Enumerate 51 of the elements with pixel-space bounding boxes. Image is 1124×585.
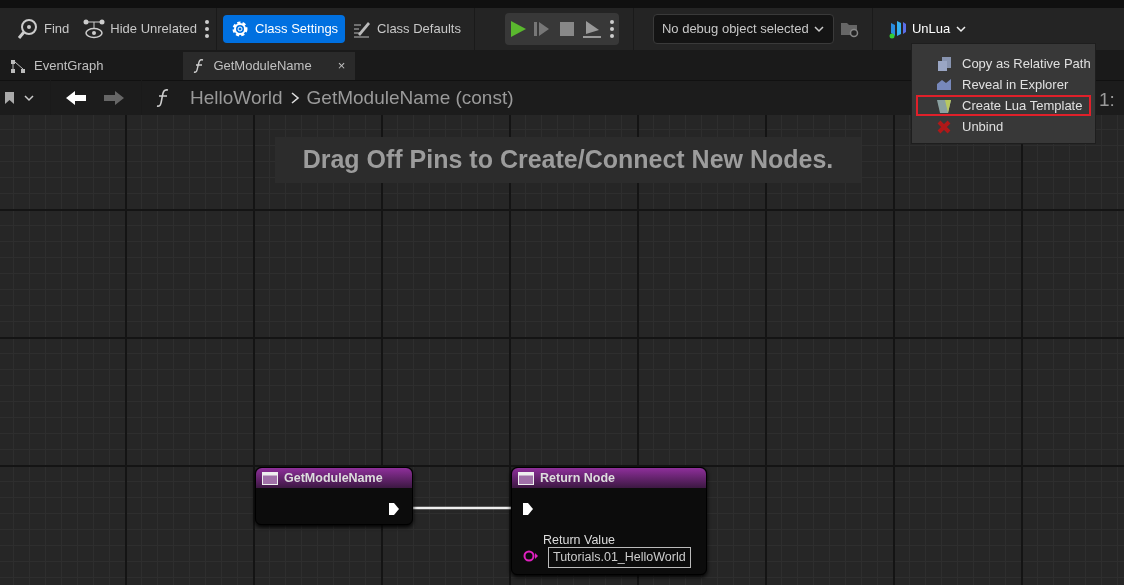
graph-icon [10, 58, 26, 74]
pin-label: Return Value [543, 532, 616, 549]
plugin-menu-button[interactable]: UnLua [881, 15, 975, 43]
menu-item[interactable]: Copy as Relative Path [916, 53, 1091, 74]
search-icon [17, 18, 39, 40]
menu-item[interactable]: Create Lua Template [916, 95, 1091, 116]
menu-item[interactable]: Reveal in Explorer [916, 74, 1091, 95]
pin-value-field[interactable]: Tutorials.01_HelloWorld [548, 547, 691, 568]
menu-item[interactable]: Unbind [916, 116, 1091, 137]
breadcrumb-item[interactable]: HelloWorld [190, 83, 283, 113]
node-title: GetModuleName [284, 469, 383, 487]
pencil-icon [352, 19, 373, 39]
hint-text: Drag Off Pins to Create/Connect New Nodes. [275, 137, 861, 183]
function-node-icon [262, 471, 278, 485]
zoom-label: 1: [1099, 88, 1115, 112]
forward-arrow-icon[interactable] [103, 90, 125, 106]
close-button[interactable]: × [337, 56, 346, 76]
play-icon [508, 20, 527, 38]
folder-search-icon [839, 20, 860, 38]
chevron-down-icon [955, 24, 968, 34]
toolbar-button[interactable]: Find [10, 14, 77, 44]
settings-icon [230, 19, 250, 39]
plugin-logo-icon [888, 19, 907, 39]
exec-pin-icon [522, 502, 534, 516]
eye-icon [83, 19, 106, 39]
toolbar-button[interactable]: Class Defaults [345, 15, 468, 43]
toolbar-button[interactable]: Class Settings [223, 15, 346, 43]
debug-selector[interactable]: No debug object selected [652, 14, 834, 44]
editor-tab[interactable]: EventGraph [0, 52, 114, 80]
graph-node[interactable]: Return Node Return Value Tutorials.01_HelloWorld [511, 467, 707, 575]
eject-icon [582, 20, 603, 38]
document-icon [936, 97, 952, 114]
node-title: Return Node [540, 469, 615, 487]
function-icon [156, 88, 170, 108]
graph-node[interactable]: GetModuleName [255, 467, 413, 525]
chevron-down-icon [812, 24, 825, 34]
more-icon [608, 19, 615, 39]
back-arrow-icon[interactable] [65, 90, 87, 106]
copy-icon [936, 55, 952, 72]
breadcrumb-item[interactable]: GetModuleName (const) [306, 83, 514, 113]
exec-pin-icon [388, 502, 400, 516]
string-pin-icon [523, 550, 539, 562]
function-icon [193, 58, 206, 74]
chevron-right-icon [289, 91, 300, 105]
function-node-icon [518, 471, 534, 485]
toolbar-button[interactable]: Hide Unrelated [76, 15, 204, 43]
more-icon [204, 19, 210, 39]
cross-icon [936, 118, 952, 135]
bookmark-icon[interactable] [4, 91, 34, 105]
stop-icon [557, 20, 576, 38]
editor-tab[interactable]: GetModuleName × [183, 52, 356, 80]
